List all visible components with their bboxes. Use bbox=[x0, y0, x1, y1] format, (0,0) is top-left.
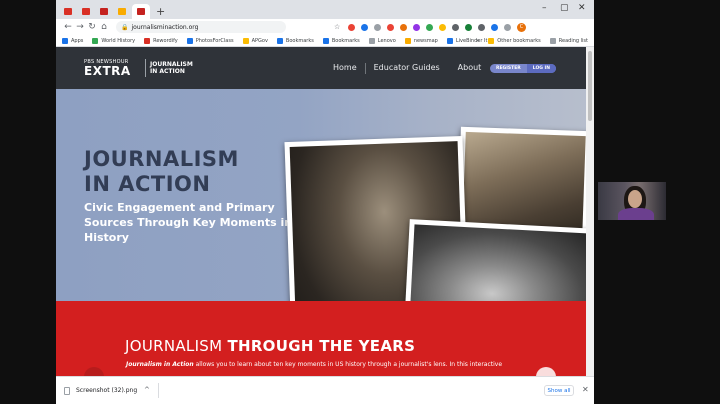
download-filename[interactable]: Screenshot (32).png bbox=[76, 387, 137, 394]
tab-strip: + – ▢ ✕ bbox=[56, 0, 594, 19]
browser-tab-4[interactable] bbox=[114, 4, 130, 19]
more-bookmarks-icon[interactable]: » bbox=[476, 38, 479, 44]
other-bookmarks[interactable]: Other bookmarks bbox=[488, 38, 541, 44]
site-name[interactable]: JOURNALISM IN ACTION bbox=[150, 61, 193, 75]
carousel-next-button[interactable] bbox=[536, 367, 556, 376]
extensions-row: ☆ C bbox=[334, 22, 526, 32]
forward-icon[interactable]: → bbox=[74, 22, 86, 32]
bookmark-newsmap[interactable]: newsmap bbox=[404, 37, 438, 44]
profile-avatar[interactable]: C bbox=[517, 22, 526, 32]
bookmark-apgov[interactable]: APGov bbox=[242, 37, 268, 44]
extension-icon[interactable] bbox=[361, 23, 368, 31]
login-button[interactable]: LOG IN bbox=[526, 64, 556, 73]
new-tab-button[interactable]: + bbox=[156, 4, 165, 19]
browser-tab-1[interactable] bbox=[60, 4, 76, 19]
tab-favicon bbox=[137, 8, 145, 15]
bookmark-favicon bbox=[404, 37, 411, 44]
extension-icon[interactable] bbox=[504, 23, 511, 31]
star-icon[interactable]: ☆ bbox=[334, 23, 342, 31]
apps-icon bbox=[62, 37, 68, 44]
minimize-icon[interactable]: – bbox=[542, 3, 547, 13]
url-text: journalisminaction.org bbox=[131, 23, 199, 31]
main-nav: Home Educator Guides About bbox=[333, 63, 499, 74]
hero-subtitle: Civic Engagement and Primary Sources Thr… bbox=[84, 201, 293, 244]
auth-buttons: REGISTER LOG IN bbox=[490, 64, 556, 73]
extension-icon[interactable] bbox=[465, 23, 472, 31]
browser-tab-3[interactable] bbox=[96, 4, 112, 19]
bookmark-favicon bbox=[144, 37, 151, 44]
nav-home[interactable]: Home bbox=[333, 63, 357, 74]
extension-icon[interactable] bbox=[439, 23, 446, 31]
extension-icon[interactable] bbox=[387, 23, 394, 31]
bookmark-rewordify[interactable]: Rewordify bbox=[144, 37, 178, 44]
download-divider bbox=[158, 383, 159, 398]
bookmark-bookmarks-1[interactable]: Bookmarks bbox=[276, 37, 314, 44]
site-header: PBS NEWSHOUR EXTRA JOURNALISM IN ACTION … bbox=[56, 47, 594, 89]
browser-toolbar: ← → ↻ ⌂ 🔒 journalisminaction.org ☆ C bbox=[56, 19, 594, 35]
reading-list-icon bbox=[549, 38, 556, 44]
folder-icon bbox=[488, 38, 495, 44]
extension-icon[interactable] bbox=[413, 23, 420, 31]
back-icon[interactable]: ← bbox=[62, 22, 74, 32]
hero-title: JOURNALISM IN ACTION bbox=[84, 147, 239, 196]
web-page: PBS NEWSHOUR EXTRA JOURNALISM IN ACTION … bbox=[56, 47, 594, 376]
close-icon[interactable]: ✕ bbox=[582, 385, 589, 394]
star-icon bbox=[276, 37, 283, 44]
carousel-prev-button[interactable] bbox=[84, 367, 104, 376]
nav-educator-guides[interactable]: Educator Guides bbox=[374, 63, 440, 74]
chevron-up-icon[interactable]: ^ bbox=[144, 386, 150, 394]
tab-favicon bbox=[64, 8, 72, 15]
section-heading: JOURNALISM THROUGH THE YEARS bbox=[125, 337, 416, 355]
bookmarks-right: » Other bookmarks Reading list bbox=[476, 35, 588, 47]
extension-icon[interactable] bbox=[374, 23, 381, 31]
screen: + – ▢ ✕ ← → ↻ ⌂ 🔒 journalisminaction.org… bbox=[0, 0, 720, 404]
bookmark-favicon bbox=[92, 37, 99, 44]
downloads-bar: Screenshot (32).png ^ Show all ✕ bbox=[56, 376, 594, 404]
webcam-overlay bbox=[598, 182, 666, 220]
maximize-icon[interactable]: ▢ bbox=[560, 3, 569, 13]
extension-icon[interactable] bbox=[426, 23, 433, 31]
star-icon bbox=[322, 37, 329, 44]
hero-section: JOURNALISM IN ACTION Civic Engagement an… bbox=[56, 89, 594, 369]
bookmark-favicon bbox=[446, 37, 453, 44]
pbs-logo[interactable]: PBS NEWSHOUR EXTRA bbox=[84, 59, 131, 77]
extension-icon[interactable] bbox=[452, 23, 459, 31]
bookmarks-bar: Apps World History Rewordify PhotosForCl… bbox=[56, 35, 594, 47]
home-icon[interactable]: ⌂ bbox=[98, 22, 110, 32]
browser-tab-2[interactable] bbox=[78, 4, 94, 19]
bookmark-photosforclass[interactable]: PhotosForClass bbox=[186, 37, 234, 44]
tab-favicon bbox=[100, 8, 108, 15]
extension-icon[interactable] bbox=[348, 23, 355, 31]
bookmark-favicon bbox=[368, 37, 375, 44]
nav-divider bbox=[364, 63, 366, 74]
register-button[interactable]: REGISTER bbox=[490, 64, 527, 73]
bookmark-apps[interactable]: Apps bbox=[62, 37, 83, 44]
tab-favicon bbox=[118, 8, 126, 15]
browser-window: + – ▢ ✕ ← → ↻ ⌂ 🔒 journalisminaction.org… bbox=[56, 0, 594, 404]
reading-list[interactable]: Reading list bbox=[549, 38, 588, 44]
address-bar[interactable]: 🔒 journalisminaction.org bbox=[116, 21, 286, 33]
bookmark-bookmarks-2[interactable]: Bookmarks bbox=[322, 37, 360, 44]
scrollbar-thumb[interactable] bbox=[588, 51, 592, 121]
logo-divider bbox=[145, 59, 146, 77]
lock-icon: 🔒 bbox=[121, 23, 129, 31]
folder-icon bbox=[242, 37, 249, 44]
close-window-icon[interactable]: ✕ bbox=[578, 3, 586, 13]
timeline-section: JOURNALISM THROUGH THE YEARS Journalism … bbox=[56, 301, 594, 376]
section-intro: Journalism in Action allows you to learn… bbox=[126, 361, 503, 368]
reload-icon[interactable]: ↻ bbox=[86, 22, 98, 32]
bookmark-world-history[interactable]: World History bbox=[92, 37, 135, 44]
bookmark-favicon bbox=[186, 37, 193, 44]
nav-about[interactable]: About bbox=[458, 63, 482, 74]
show-all-button[interactable]: Show all bbox=[544, 385, 574, 396]
file-icon bbox=[64, 387, 70, 395]
extension-icon[interactable] bbox=[478, 23, 485, 31]
browser-tab-active[interactable] bbox=[132, 4, 150, 19]
extension-icon[interactable] bbox=[400, 23, 407, 31]
tab-favicon bbox=[82, 8, 90, 15]
extension-icon[interactable] bbox=[491, 23, 498, 31]
page-scrollbar[interactable] bbox=[586, 47, 594, 376]
bookmark-lenovo[interactable]: Lenovo bbox=[368, 37, 396, 44]
